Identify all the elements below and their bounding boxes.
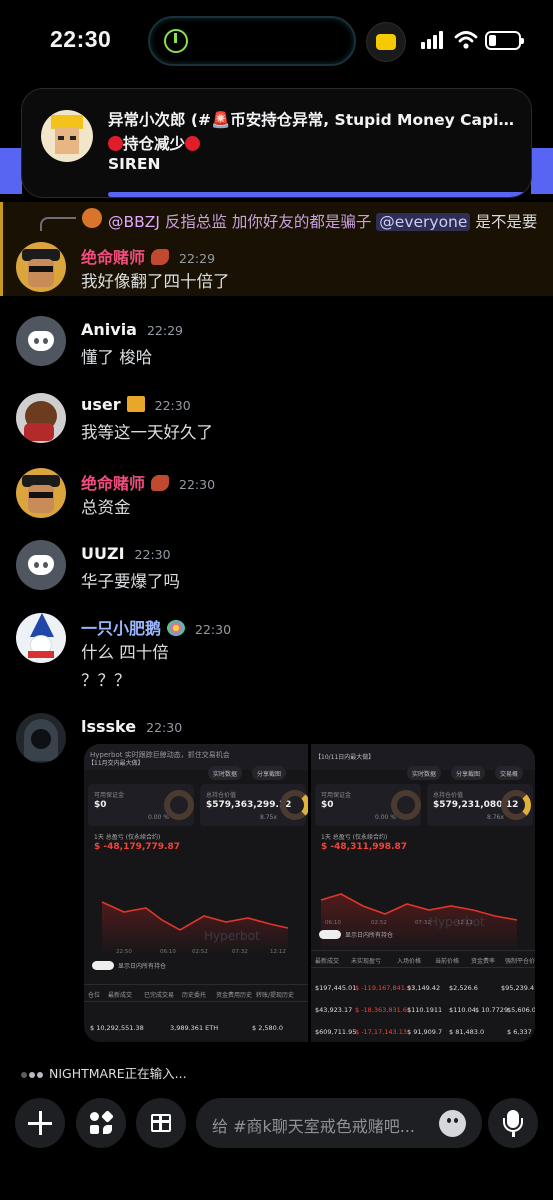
- apps-button[interactable]: [76, 1098, 126, 1148]
- avatar[interactable]: [16, 316, 66, 366]
- status-bar: 22:30: [0, 0, 553, 84]
- reply-avatar: [82, 208, 102, 228]
- add-attachment-button[interactable]: [15, 1098, 65, 1148]
- message-author[interactable]: 绝命赌师 22:29: [81, 244, 215, 268]
- discord-logo-icon: [28, 555, 54, 575]
- gift-button[interactable]: [136, 1098, 186, 1148]
- message-composer: 给 #商k聊天室戒色戒赌吧...: [0, 1088, 553, 1200]
- wifi-icon: [454, 31, 478, 49]
- power-icon: [164, 29, 188, 53]
- message-timestamp: 22:29: [179, 251, 216, 266]
- message-text: 我好像翻了四十倍了: [81, 272, 230, 291]
- message-text: ？？？: [81, 671, 131, 690]
- red-circle-icon: [108, 136, 123, 151]
- typing-indicator: NIGHTMARE正在输入...: [21, 1063, 187, 1082]
- channel-banner-right: [531, 148, 553, 194]
- message-timestamp: 22:30: [134, 547, 171, 562]
- avatar[interactable]: [16, 713, 66, 763]
- message-text: 什么 四十倍: [81, 643, 169, 662]
- cellular-signal-icon: [421, 31, 447, 49]
- reply-connector: [40, 217, 76, 231]
- svg-text:Hyperbot: Hyperbot: [204, 929, 260, 943]
- message-text: 总资金: [81, 498, 131, 517]
- message-timestamp: 22:30: [195, 622, 232, 637]
- voice-message-button[interactable]: [488, 1098, 538, 1148]
- notification-progress: [108, 192, 531, 197]
- toggle: [92, 961, 114, 970]
- image-attachments[interactable]: Hyperbot 实时跟踪巨鲸动态，抓住交易机会 【11月交内最大做】 实时数据…: [84, 744, 535, 1042]
- message-timestamp: 22:30: [179, 477, 216, 492]
- notification-avatar: [41, 110, 93, 162]
- toggle: [319, 930, 341, 939]
- discord-logo-icon: [28, 331, 54, 351]
- avatar[interactable]: [16, 613, 66, 663]
- avatar[interactable]: [16, 468, 66, 518]
- flower-icon: [167, 620, 186, 636]
- donut-icon: [391, 790, 421, 820]
- emoji-button[interactable]: [439, 1110, 466, 1137]
- push-notification[interactable]: 异常小次郎 (#🚨币安持仓异常, Stupid Money Capital...…: [21, 88, 532, 198]
- dynamic-island[interactable]: [148, 16, 356, 66]
- reply-preview[interactable]: @BBZJ 反指总监 加你好友的都是骗子 @everyone 是不是要: [108, 210, 537, 232]
- avatar[interactable]: [16, 393, 66, 443]
- everyone-mention: @everyone: [376, 213, 471, 231]
- notification-symbol: SIREN: [108, 155, 161, 173]
- message-timestamp: 22:29: [146, 323, 183, 338]
- message-author[interactable]: 一只小肥鹅 22:30: [81, 615, 231, 639]
- pnl-chart: Hyperbot: [320, 893, 518, 954]
- red-circle-icon: [185, 136, 201, 151]
- donut-icon: [280, 790, 308, 820]
- status-time: 22:30: [50, 26, 112, 52]
- pnl-chart: Hyperbot: [101, 901, 289, 954]
- dragon-icon: [151, 249, 170, 265]
- message-timestamp: 22:30: [154, 398, 191, 413]
- message-author[interactable]: lssske 22:30: [81, 717, 182, 736]
- attachment-image-left[interactable]: Hyperbot 实时跟踪巨鲸动态，抓住交易机会 【11月交内最大做】 实时数据…: [84, 744, 308, 1042]
- avatar[interactable]: [16, 540, 66, 590]
- message-input[interactable]: 给 #商k聊天室戒色戒赌吧...: [196, 1098, 482, 1148]
- message-author[interactable]: UUZI 22:30: [81, 544, 171, 563]
- avatar[interactable]: [16, 242, 66, 292]
- notification-title: 异常小次郎 (#🚨币安持仓异常, Stupid Money Capital...: [108, 111, 518, 129]
- message-text: 懂了 梭哈: [81, 348, 153, 367]
- download-icon[interactable]: [366, 22, 406, 62]
- dragon-icon: [151, 475, 170, 491]
- donut-icon: [164, 790, 194, 820]
- donut-icon: [501, 790, 531, 820]
- message-author[interactable]: 绝命赌师 22:30: [81, 470, 215, 494]
- battery-icon: [485, 31, 524, 50]
- message-timestamp: 22:30: [146, 720, 183, 735]
- attachment-image-right[interactable]: 【10/11日内最大做】 实时数据 分享截图 交易概 可用保证金 $0 0.00…: [311, 744, 535, 1042]
- message-author[interactable]: Anivia 22:29: [81, 320, 183, 339]
- message-author[interactable]: user 22:30: [81, 395, 191, 414]
- channel-banner-left: [0, 148, 22, 194]
- fries-icon: [126, 396, 145, 412]
- message-text: 华子要爆了吗: [81, 572, 180, 591]
- message-text: 我等这一天好久了: [81, 423, 213, 442]
- typing-dots-icon: [21, 1066, 49, 1081]
- notification-body: 持仓减少: [108, 132, 201, 154]
- gift-icon: [151, 1114, 171, 1132]
